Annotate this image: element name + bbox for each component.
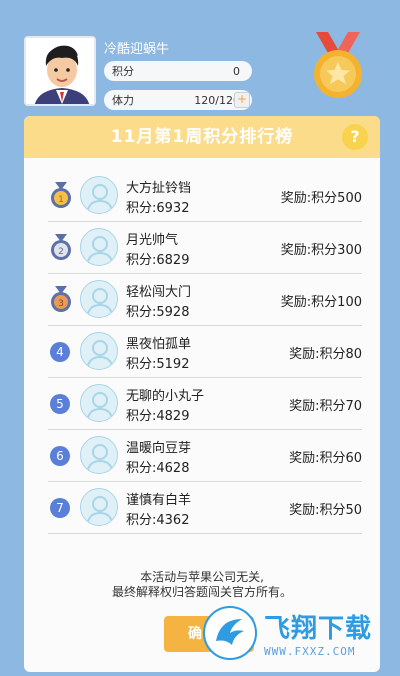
user-avatar-icon — [86, 340, 114, 369]
user-avatar-icon — [86, 236, 114, 265]
energy-label: 体力 — [112, 94, 134, 107]
leaderboard-row[interactable]: 2 月光帅气 积分:6829 奖励:积分300 — [48, 222, 362, 274]
user-name: 月光帅气 — [126, 233, 179, 248]
medal-badge-icon — [314, 32, 362, 98]
help-button[interactable]: ? — [342, 124, 368, 150]
user-avatar — [80, 384, 118, 422]
medal-badge[interactable] — [306, 30, 370, 102]
user-reward: 奖励:积分70 — [289, 399, 362, 414]
user-avatar-icon — [86, 184, 114, 213]
user-avatar-icon — [86, 288, 114, 317]
leaderboard-row[interactable]: 3 轻松闯大门 积分:5928 奖励:积分100 — [48, 274, 362, 326]
player-nickname: 冷酷迎蜗牛 — [104, 42, 170, 57]
score-bar: 积分 0 — [104, 61, 252, 81]
disclaimer: 本活动与苹果公司无关, 最终解释权归答题闯关官方所有。 — [24, 570, 380, 600]
rank-badge: 4 — [50, 342, 70, 362]
score-label: 积分 — [112, 65, 134, 78]
user-reward: 奖励:积分100 — [280, 295, 362, 310]
svg-text:2: 2 — [58, 247, 64, 257]
user-avatar-icon — [86, 392, 114, 421]
user-reward: 奖励:积分60 — [289, 451, 362, 466]
player-avatar-icon — [26, 38, 94, 104]
svg-text:1: 1 — [58, 195, 64, 205]
rank-badge: 6 — [50, 446, 70, 466]
leaderboard-title: 11月第1周积分排行榜 — [24, 116, 380, 158]
user-name: 谨慎有白羊 — [126, 493, 192, 508]
leaderboard-row[interactable]: 6 温暖向豆芽 积分:4628 奖励:积分60 — [48, 430, 362, 482]
user-avatar — [80, 332, 118, 370]
rank-badge: 5 — [50, 394, 70, 414]
user-reward: 奖励:积分500 — [280, 191, 362, 206]
user-avatar — [80, 228, 118, 266]
watermark-url: WWW.FXXZ.COM — [264, 645, 356, 658]
bronze-medal-icon: 3 — [51, 286, 71, 312]
user-score: 积分:6829 — [126, 253, 190, 268]
energy-bar: 体力 120/120 — [104, 90, 252, 110]
user-name: 温暖向豆芽 — [126, 441, 192, 456]
user-score: 积分:6932 — [126, 201, 190, 216]
player-avatar[interactable] — [24, 36, 96, 106]
add-energy-button[interactable]: + — [234, 92, 250, 108]
leaderboard-panel: 11月第1周积分排行榜 ? 1 大方扯铃铛 积分:6932 奖励:积分500 2 — [24, 116, 380, 672]
user-avatar-icon — [86, 444, 114, 473]
user-score: 积分:5928 — [126, 305, 190, 320]
help-icon: ? — [350, 127, 360, 146]
user-avatar-icon — [86, 496, 114, 525]
rank-badge: 7 — [50, 498, 70, 518]
silver-medal-icon: 2 — [51, 234, 71, 260]
user-avatar — [80, 488, 118, 526]
user-reward: 奖励:积分300 — [280, 243, 362, 258]
disclaimer-line: 最终解释权归答题闯关官方所有。 — [111, 585, 292, 599]
user-score: 积分:5192 — [126, 357, 190, 372]
user-name: 黑夜怕孤单 — [126, 337, 192, 352]
user-name: 轻松闯大门 — [126, 285, 192, 300]
leaderboard-row[interactable]: 4 黑夜怕孤单 积分:5192 奖励:积分80 — [48, 326, 362, 378]
svg-text:3: 3 — [58, 299, 64, 309]
user-name: 无聊的小丸子 — [126, 389, 205, 404]
user-name: 大方扯铃铛 — [126, 181, 192, 196]
gold-medal-icon: 1 — [51, 182, 71, 208]
watermark: 飞翔下载 WWW.FXXZ.COM — [202, 600, 392, 666]
leaderboard-row[interactable]: 7 谨慎有白羊 积分:4362 奖励:积分50 — [48, 482, 362, 534]
user-score: 积分:4362 — [126, 513, 190, 528]
watermark-title: 飞翔下载 — [264, 614, 373, 644]
watermark-logo-icon — [203, 606, 257, 660]
leaderboard-row[interactable]: 1 大方扯铃铛 积分:6932 奖励:积分500 — [48, 170, 362, 222]
user-reward: 奖励:积分50 — [289, 503, 362, 518]
user-score: 积分:4628 — [126, 461, 190, 476]
user-reward: 奖励:积分80 — [289, 347, 362, 362]
leaderboard-row[interactable]: 5 无聊的小丸子 积分:4829 奖励:积分70 — [48, 378, 362, 430]
score-value: 0 — [233, 64, 240, 78]
disclaimer-line: 本活动与苹果公司无关, — [140, 570, 264, 584]
user-score: 积分:4829 — [126, 409, 190, 424]
user-avatar — [80, 280, 118, 318]
user-avatar — [80, 436, 118, 474]
user-avatar — [80, 176, 118, 214]
